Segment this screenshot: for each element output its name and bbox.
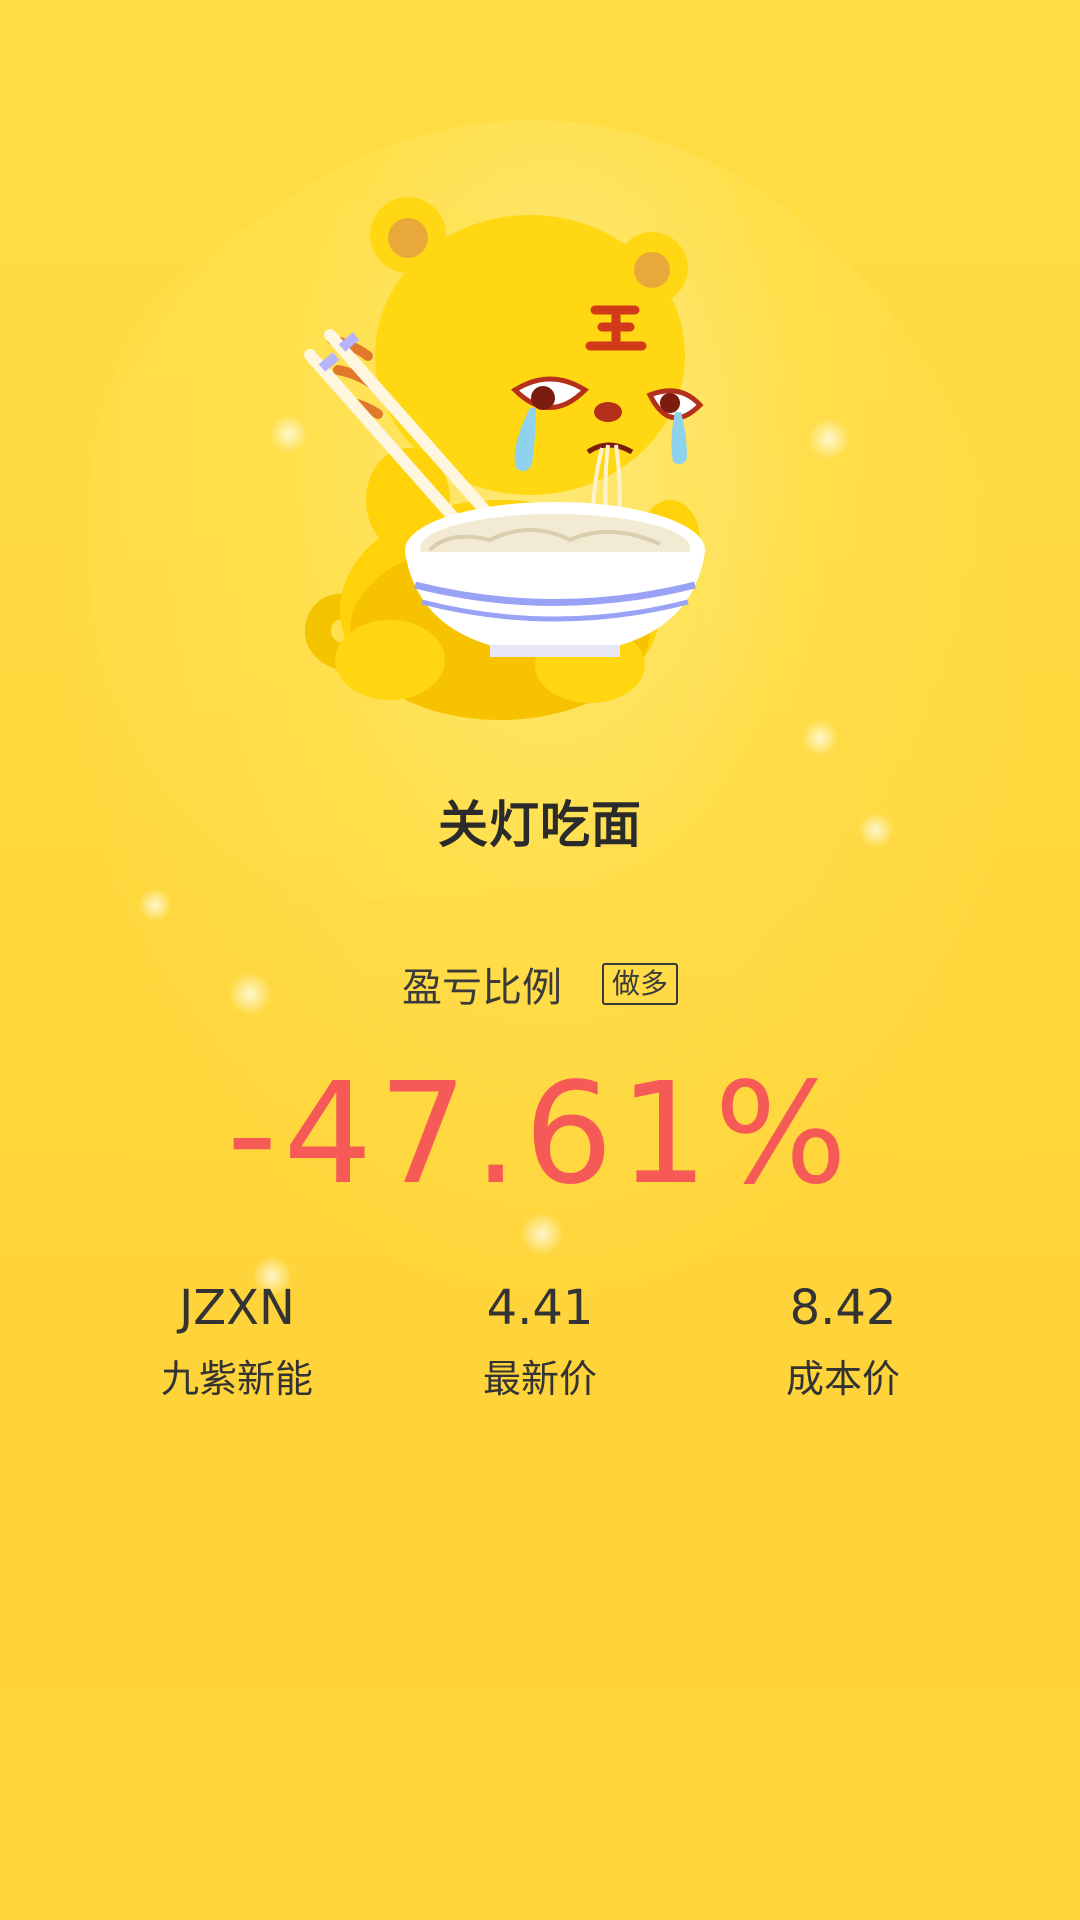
crying-tiger-mascot-icon bbox=[304, 197, 705, 720]
sparkle-decoration bbox=[138, 888, 172, 922]
latest-price-stat: 4.41 最新价 bbox=[390, 1280, 690, 1402]
profit-loss-percentage: -47.61% bbox=[226, 1053, 854, 1216]
sparkle-decoration bbox=[802, 720, 838, 756]
sparkle-decoration bbox=[808, 418, 850, 460]
sparkle-decoration bbox=[520, 1212, 564, 1256]
result-title: 关灯吃面 bbox=[438, 796, 642, 854]
cost-price-value: 8.42 bbox=[789, 1280, 897, 1336]
cost-price-label: 成本价 bbox=[785, 1357, 900, 1401]
cost-price-stat: 8.42 成本价 bbox=[693, 1280, 993, 1402]
stock-symbol-stat: JZXN 九紫新能 bbox=[87, 1280, 387, 1402]
latest-price-label: 最新价 bbox=[482, 1357, 597, 1401]
latest-price-value: 4.41 bbox=[486, 1280, 594, 1336]
stock-name: 九紫新能 bbox=[160, 1357, 313, 1401]
profit-loss-ratio-row: 盈亏比例 做多 bbox=[0, 955, 1080, 1013]
position-direction-badge: 做多 bbox=[601, 963, 678, 1005]
stock-symbol: JZXN bbox=[179, 1280, 295, 1336]
profit-loss-ratio-label: 盈亏比例 bbox=[401, 965, 562, 1011]
